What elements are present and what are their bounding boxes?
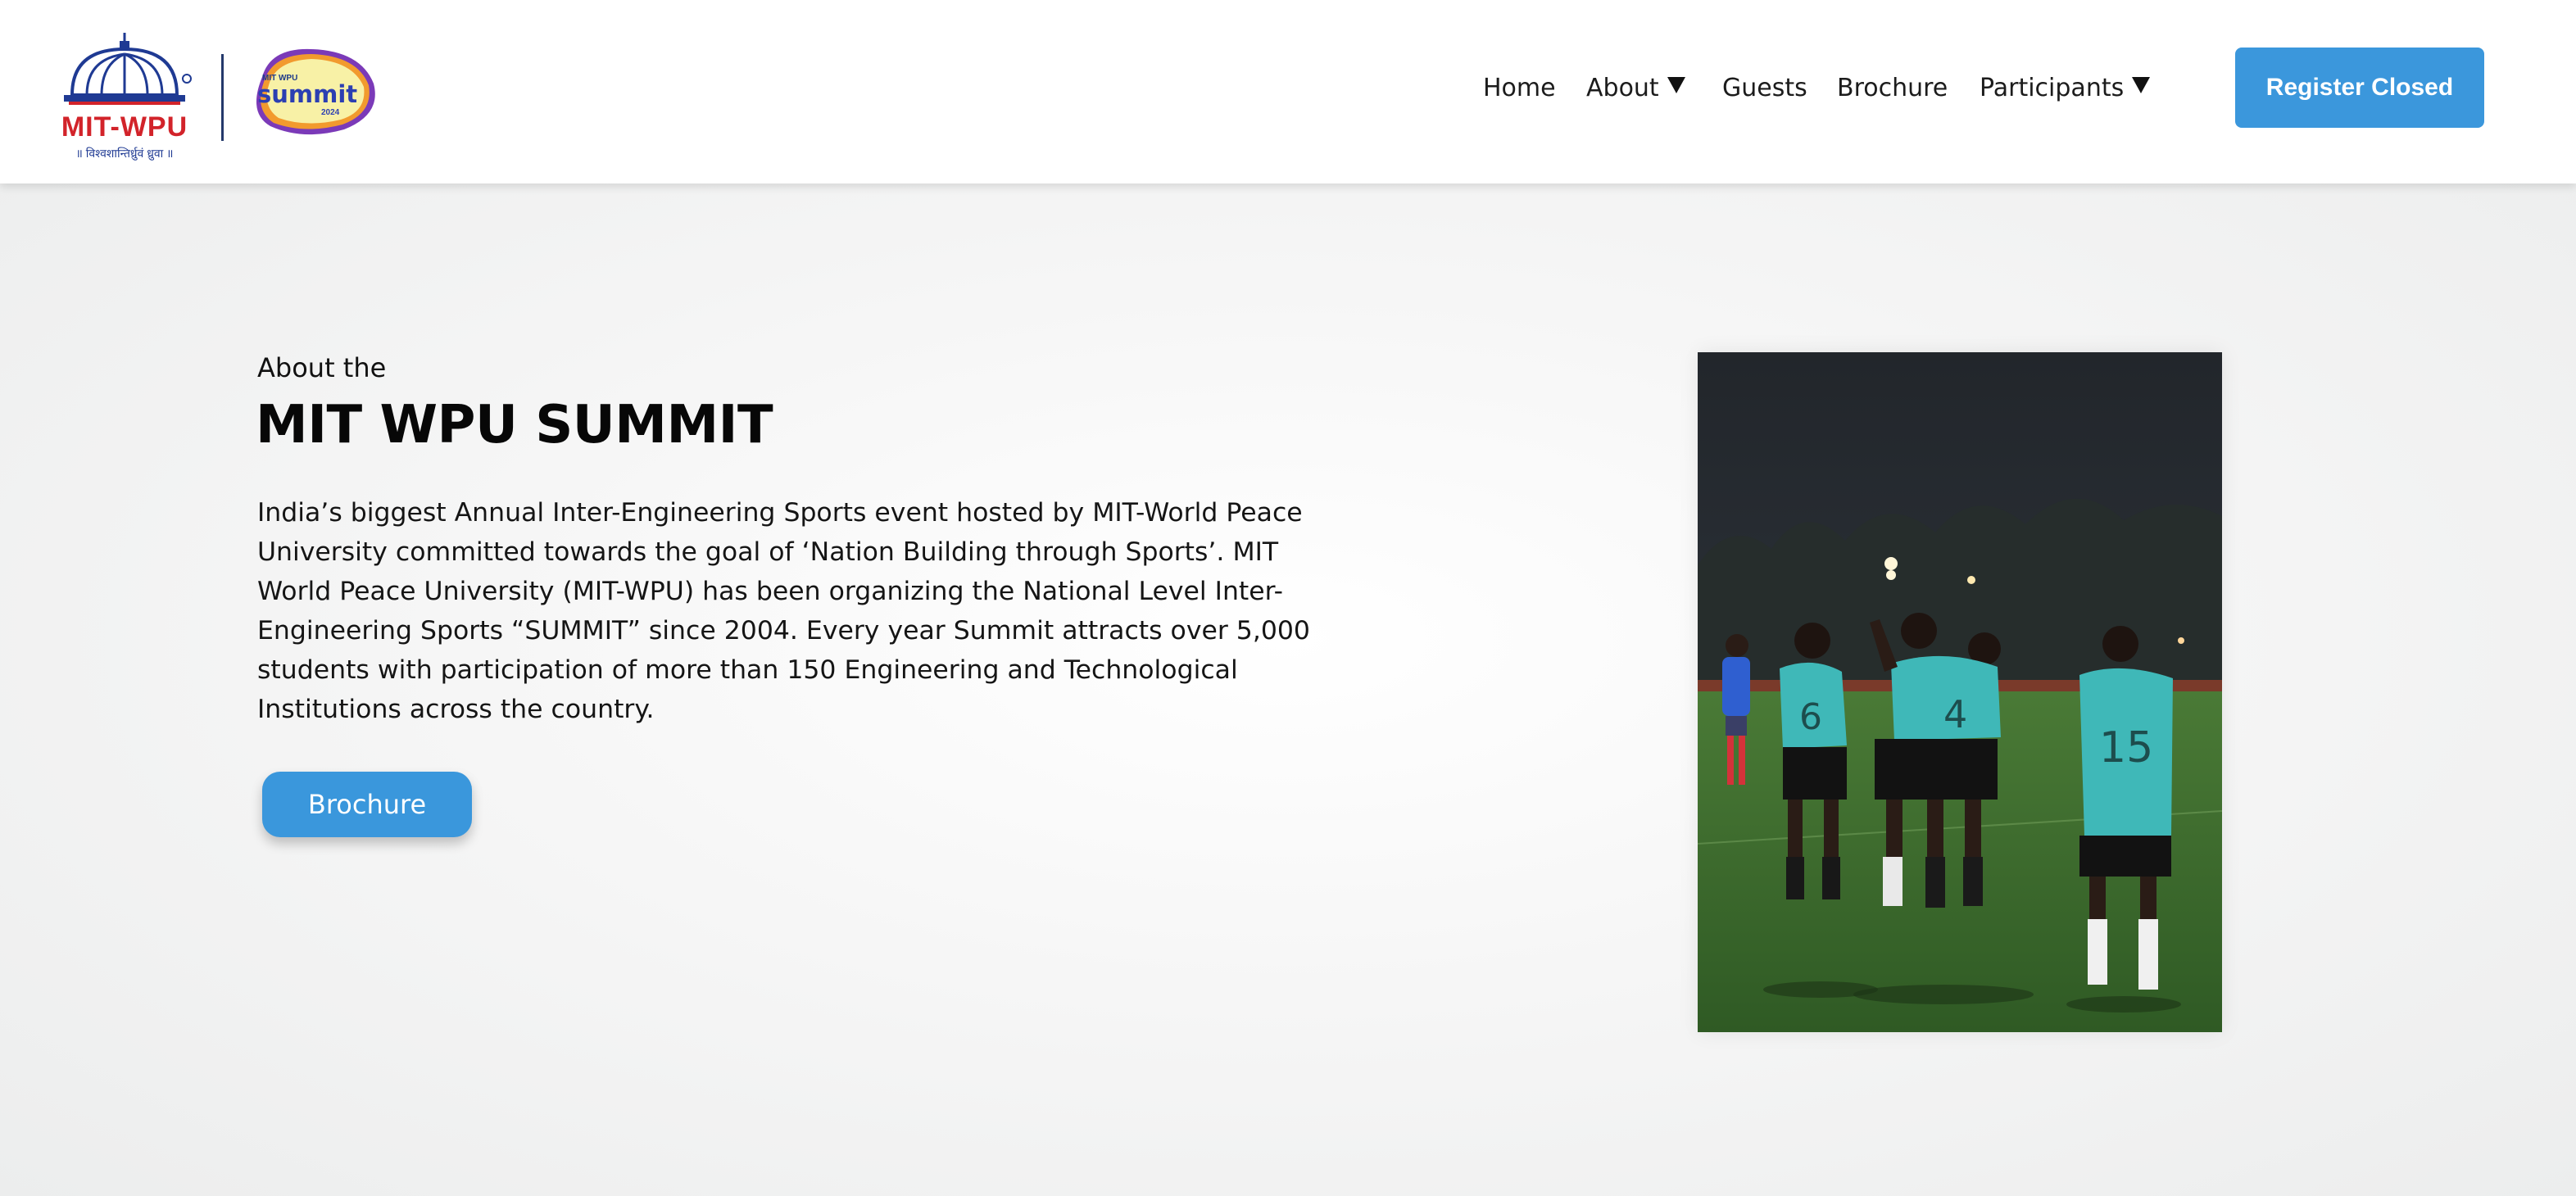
player-4: 4 (1870, 613, 2001, 908)
players-photo: 6 4 15 (1698, 352, 2222, 1032)
site-header: MIT-WPU ॥ विश्वशान्तिर्ध्रुवं ध्रुवा ॥ M… (0, 0, 2576, 183)
caret-down-icon (1667, 77, 1685, 93)
about-kicker: About the (257, 352, 387, 383)
logo-tagline: ॥ विश्वशान्तिर्ध्रुवं ध्रुवा ॥ (75, 147, 174, 160)
about-title: MIT WPU SUMMIT (256, 395, 773, 455)
summit-logo-year: 2024 (321, 108, 340, 117)
nav-home[interactable]: Home (1483, 69, 1556, 108)
svg-text:6: 6 (1799, 696, 1822, 738)
nav-about-label: About (1586, 74, 1659, 102)
nav-guests-label: Guests (1722, 74, 1807, 102)
main-nav: Home About Guests Brochure Participants (0, 69, 2576, 108)
about-section: About the MIT WPU SUMMIT India’s biggest… (0, 183, 2576, 1196)
nav-home-label: Home (1483, 74, 1556, 102)
nav-brochure[interactable]: Brochure (1837, 69, 1948, 108)
logo-wordmark: MIT-WPU (61, 111, 188, 143)
caret-down-icon (2132, 77, 2151, 93)
register-button[interactable]: Register Closed (2235, 48, 2484, 128)
svg-text:4: 4 (1943, 692, 1967, 736)
nav-participants-label: Participants (1980, 74, 2125, 102)
brochure-button[interactable]: Brochure (262, 772, 472, 837)
nav-guests[interactable]: Guests (1722, 69, 1807, 108)
nav-about[interactable]: About (1586, 69, 1685, 108)
svg-text:15: 15 (2099, 723, 2153, 772)
about-paragraph: India’s biggest Annual Inter-Engineering… (257, 498, 1310, 724)
nav-brochure-label: Brochure (1837, 74, 1948, 102)
nav-participants[interactable]: Participants (1980, 69, 2151, 108)
football-team-illustration: 6 4 15 (1698, 352, 2222, 1032)
